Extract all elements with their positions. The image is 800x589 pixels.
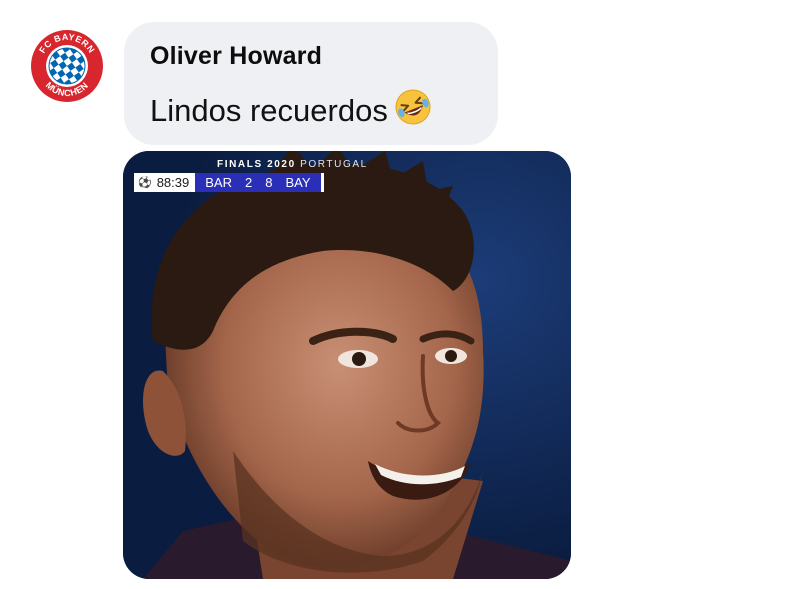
- comment-text-line: Lindos recuerdos: [150, 88, 432, 134]
- scoreboard-teams: BAR 2 8 BAY: [195, 173, 324, 192]
- player-smiling-photo: [123, 151, 571, 579]
- broadcast-caption-light: PORTUGAL: [300, 159, 368, 170]
- comment-bubble[interactable]: Oliver Howard Lindos recuerdos: [124, 22, 498, 145]
- scoreboard: ⚽ 88:39 BAR 2 8 BAY: [134, 173, 324, 192]
- rolling-on-floor-laughing-icon: [394, 88, 432, 134]
- photo-attachment[interactable]: FINALS 2020 PORTUGAL ⚽ 88:39 BAR 2 8 BAY: [123, 151, 571, 579]
- away-score: 8: [265, 175, 273, 190]
- fc-bayern-munchen-logo: FC BAYERN MÜNCHEN: [29, 28, 105, 104]
- home-team: BAR: [205, 175, 232, 190]
- scoreboard-clock-box: ⚽ 88:39: [134, 173, 196, 192]
- comment-text: Lindos recuerdos: [150, 93, 388, 128]
- match-clock: 88:39: [156, 175, 190, 190]
- soccer-ball-icon: ⚽: [138, 177, 152, 189]
- broadcast-caption: FINALS 2020 PORTUGAL: [217, 159, 368, 170]
- home-score: 2: [244, 175, 253, 190]
- broadcast-caption-bold: FINALS 2020: [217, 159, 296, 170]
- away-team: BAY: [285, 175, 311, 190]
- avatar[interactable]: FC BAYERN MÜNCHEN: [28, 27, 106, 105]
- comment-author-name[interactable]: Oliver Howard: [150, 42, 322, 71]
